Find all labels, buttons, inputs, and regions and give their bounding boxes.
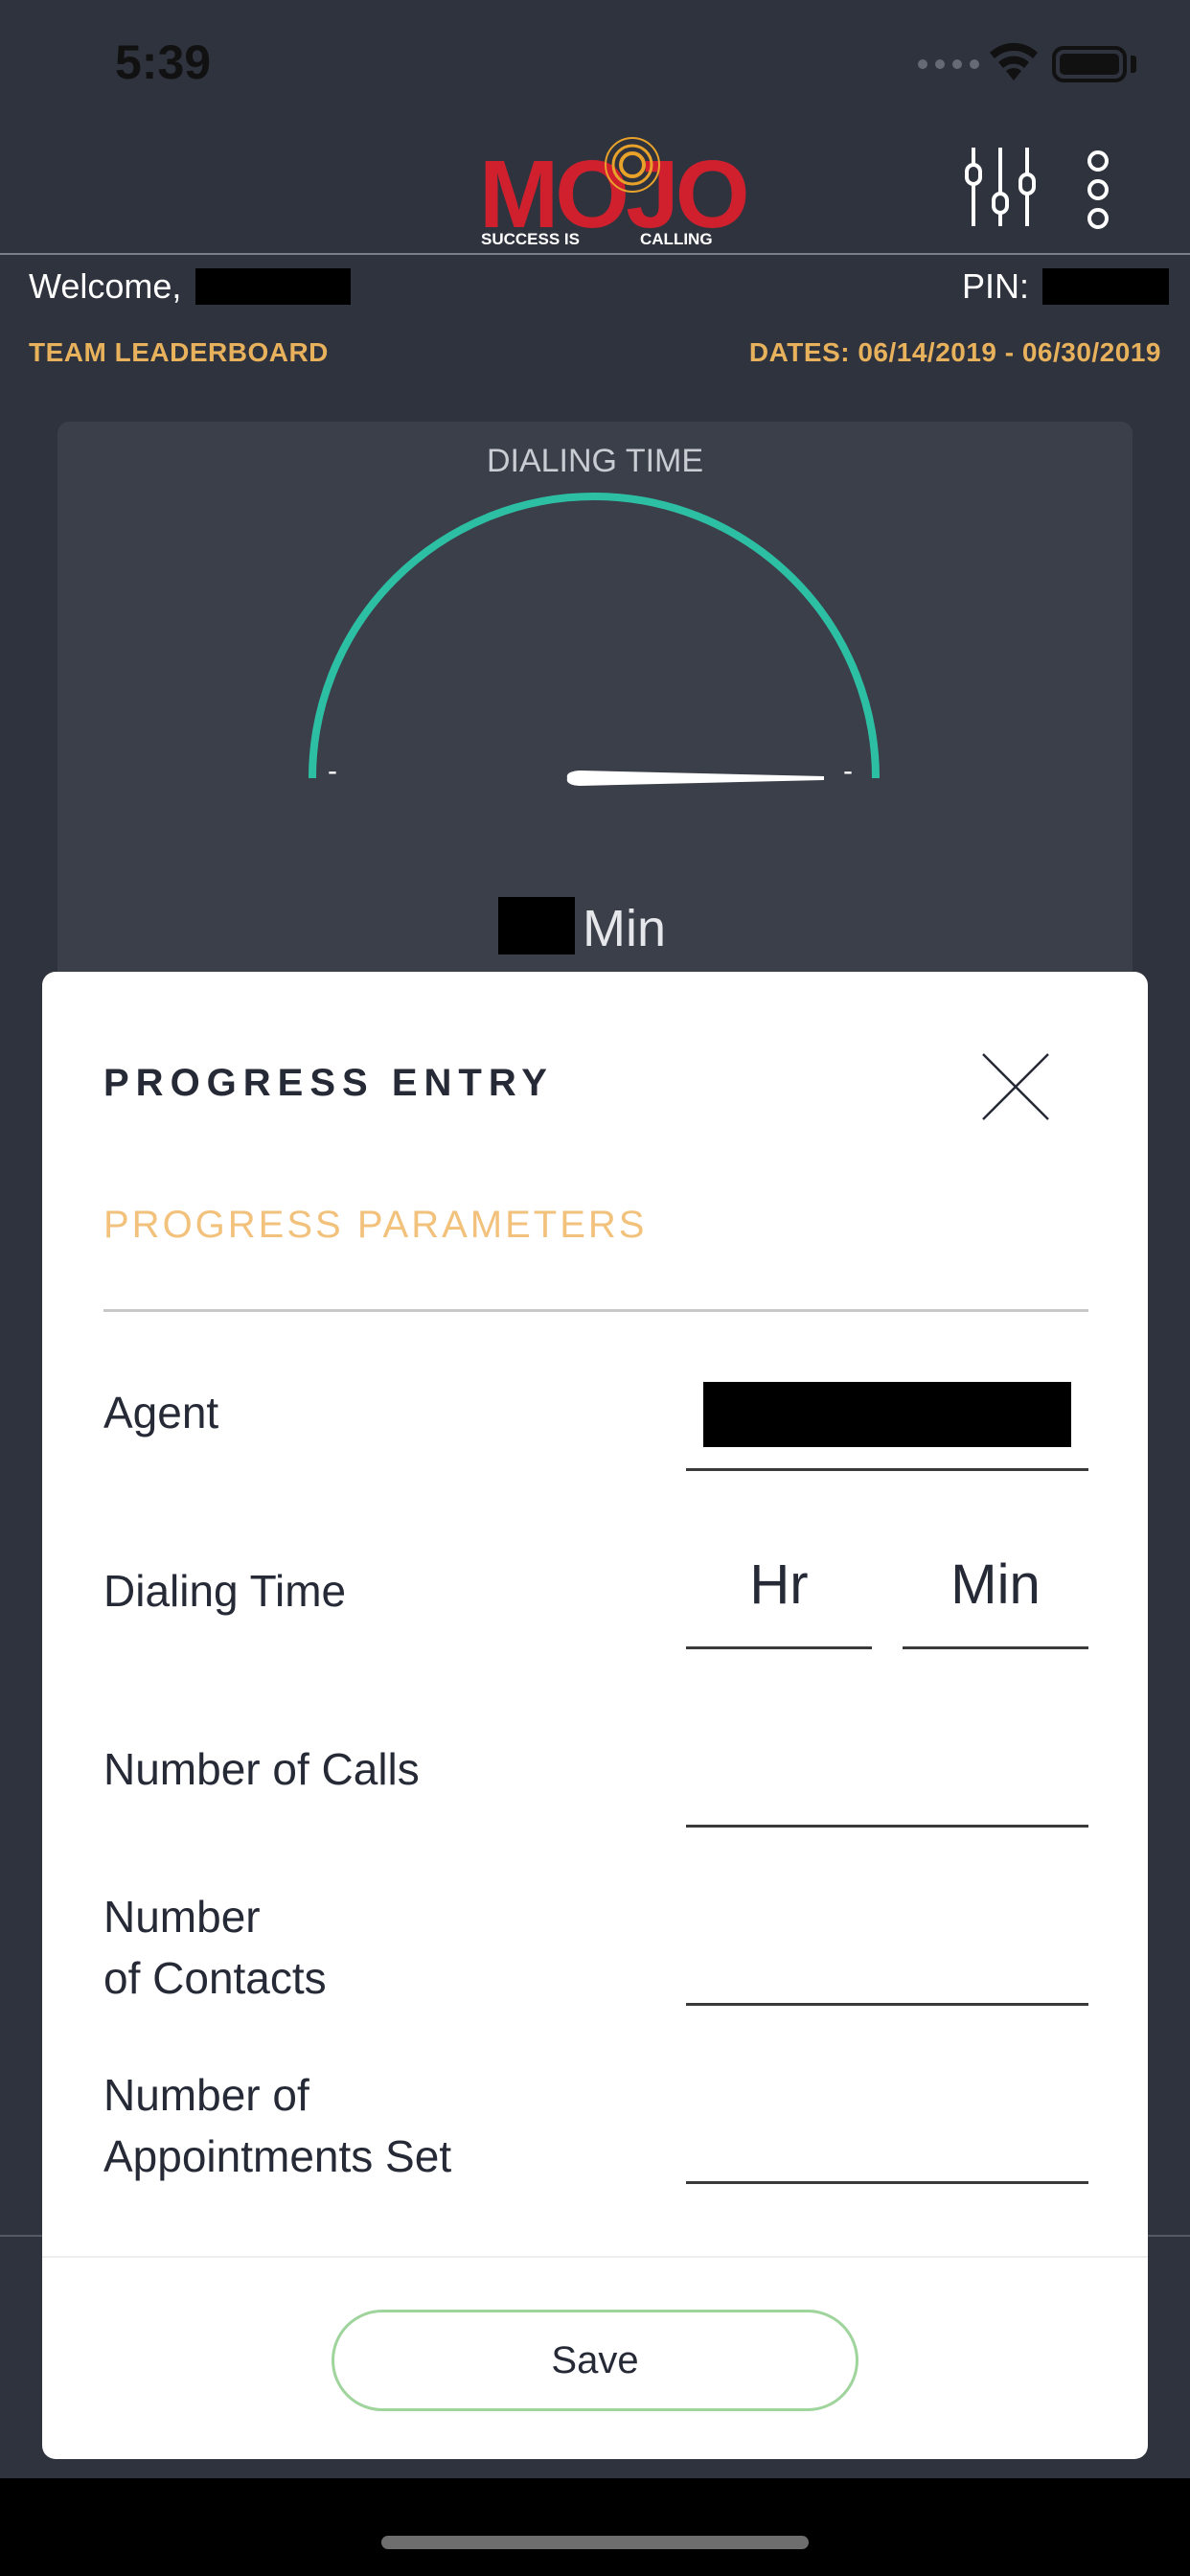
number-of-calls-input[interactable] (686, 1738, 1088, 1823)
gauge-max-tick: - (843, 755, 853, 787)
modal-title: PROGRESS ENTRY (103, 1062, 554, 1104)
number-of-calls-underline (686, 1825, 1088, 1828)
pin-label: PIN: (962, 266, 1030, 306)
header-divider (0, 253, 1190, 255)
status-time: 5:39 (115, 35, 212, 89)
gauge-value-redacted (498, 897, 575, 954)
logo-tagline-right: CALLING (640, 230, 713, 248)
number-of-contacts-input[interactable] (686, 1917, 1088, 2001)
cellular-signal-icon (918, 59, 979, 69)
wifi-icon (990, 42, 1038, 80)
hours-underline (686, 1646, 872, 1649)
gauge-arc (309, 493, 880, 779)
team-leaderboard-link[interactable]: TEAM LEADERBOARD (29, 337, 329, 368)
number-of-contacts-underline (686, 2003, 1088, 2006)
hours-input[interactable]: Hr (686, 1552, 872, 1617)
number-of-calls-label: Number of Calls (103, 1744, 420, 1794)
appointments-set-underline (686, 2181, 1088, 2184)
date-range[interactable]: DATES: 06/14/2019 - 06/30/2019 (749, 337, 1161, 368)
more-vertical-icon[interactable] (1077, 150, 1119, 230)
appointments-set-label-line1: Number of (103, 2070, 309, 2120)
appointments-set-label-line2: Appointments Set (103, 2131, 452, 2181)
close-icon[interactable] (977, 1048, 1054, 1125)
agent-field[interactable] (686, 1468, 1088, 1471)
appointments-set-input[interactable] (686, 2095, 1088, 2179)
logo-signal-icon (605, 137, 660, 193)
number-of-contacts-label-line2: of Contacts (103, 1953, 327, 2003)
pin-value-redacted (1042, 268, 1169, 305)
number-of-contacts-label-line1: Number (103, 1892, 261, 1942)
agent-value-redacted (703, 1382, 1071, 1447)
gauge-needle (566, 770, 824, 786)
gauge-min-tick: - (328, 755, 337, 787)
save-button[interactable]: Save (332, 2310, 858, 2411)
battery-icon (1052, 46, 1127, 82)
dialing-time-gauge (309, 493, 880, 786)
gauge-title: DIALING TIME (486, 443, 704, 479)
bottom-bar (0, 2478, 1190, 2576)
gauge-unit: Min (583, 900, 667, 957)
modal-footer-divider (42, 2256, 1148, 2258)
welcome-label: Welcome, (29, 266, 182, 306)
user-name-redacted (195, 268, 351, 305)
sliders-icon[interactable] (962, 146, 1039, 228)
section-label: PROGRESS PARAMETERS (103, 1204, 648, 1246)
agent-label: Agent (103, 1388, 219, 1438)
section-divider (103, 1309, 1088, 1312)
progress-entry-modal (42, 972, 1148, 2459)
dialing-time-label: Dialing Time (103, 1566, 347, 1616)
minutes-underline (903, 1646, 1088, 1649)
minutes-input[interactable]: Min (903, 1552, 1088, 1617)
home-indicator[interactable] (381, 2536, 809, 2549)
logo-tagline-left: SUCCESS IS (481, 230, 580, 248)
battery-nub (1131, 56, 1136, 73)
